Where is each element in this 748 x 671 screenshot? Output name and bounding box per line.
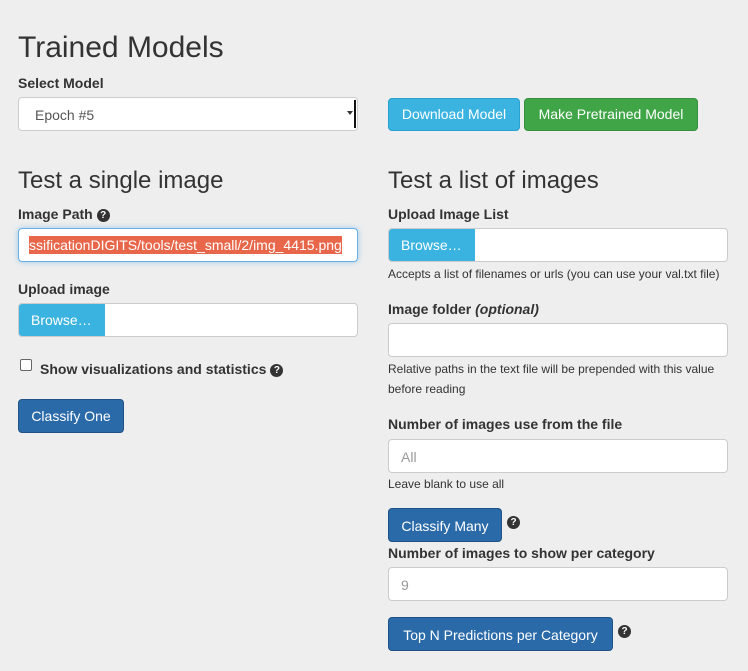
images-per-category-label: Number of images to show per category (388, 545, 655, 561)
image-folder-label: Image folder (optional) (388, 300, 539, 318)
download-model-button[interactable]: Download Model (388, 98, 520, 131)
image-path-label-text: Image Path (18, 206, 93, 222)
images-per-category-input[interactable]: 9 (388, 567, 728, 601)
classify-one-button[interactable]: Classify One (18, 399, 124, 433)
images-per-category-placeholder: 9 (401, 577, 409, 593)
question-circle-icon[interactable]: ? (507, 516, 520, 529)
single-image-heading: Test a single image (18, 167, 224, 194)
select-scroll-bar (354, 100, 356, 128)
image-folder-label-text: Image folder (388, 301, 472, 317)
image-path-label: Image Path? (18, 205, 110, 223)
folder-hint-line-1: Relative paths in the text file will be … (388, 362, 715, 376)
model-select[interactable]: Epoch #5 (18, 97, 358, 131)
show-visualizations-label: Show visualizations and statistics? (40, 360, 284, 378)
show-visualizations-checkbox[interactable] (20, 359, 32, 371)
folder-hint-line-2: before reading (388, 382, 466, 396)
list-images-heading: Test a list of images (388, 167, 599, 194)
upload-image-list-browse-button[interactable]: Browse… (389, 229, 475, 261)
top-n-predictions-button[interactable]: Top N Predictions per Category (388, 617, 613, 651)
num-images-placeholder: All (401, 449, 417, 465)
upload-image-file-input[interactable]: Browse… (18, 303, 358, 337)
select-model-label: Select Model (18, 75, 104, 91)
num-images-hint: Leave blank to use all (388, 477, 505, 491)
question-circle-icon[interactable]: ? (270, 364, 284, 377)
classify-many-button[interactable]: Classify Many (388, 508, 502, 542)
upload-image-list-label: Upload Image List (388, 206, 509, 222)
num-images-label: Number of images use from the file (388, 416, 623, 432)
question-circle-icon[interactable]: ? (96, 209, 110, 222)
upload-image-label: Upload image (18, 281, 110, 297)
make-pretrained-model-button[interactable]: Make Pretrained Model (524, 98, 698, 131)
upload-image-browse-button[interactable]: Browse… (19, 304, 105, 336)
image-folder-optional: (optional) (475, 301, 539, 317)
image-folder-input[interactable] (388, 323, 728, 357)
upload-image-list-file-input[interactable]: Browse… (388, 228, 728, 262)
page-title: Trained Models (18, 31, 224, 64)
show-visualizations-text: Show visualizations and statistics (40, 361, 267, 377)
question-circle-icon[interactable]: ? (618, 625, 631, 638)
model-select-value: Epoch #5 (35, 107, 95, 123)
image-path-value: ssificationDIGITS/tools/test_small/2/img… (29, 236, 342, 254)
chevron-down-icon (347, 111, 353, 115)
upload-list-hint: Accepts a list of filenames or urls (you… (388, 267, 720, 281)
num-images-input[interactable]: All (388, 439, 728, 473)
image-path-input[interactable]: ssificationDIGITS/tools/test_small/2/img… (18, 228, 358, 262)
